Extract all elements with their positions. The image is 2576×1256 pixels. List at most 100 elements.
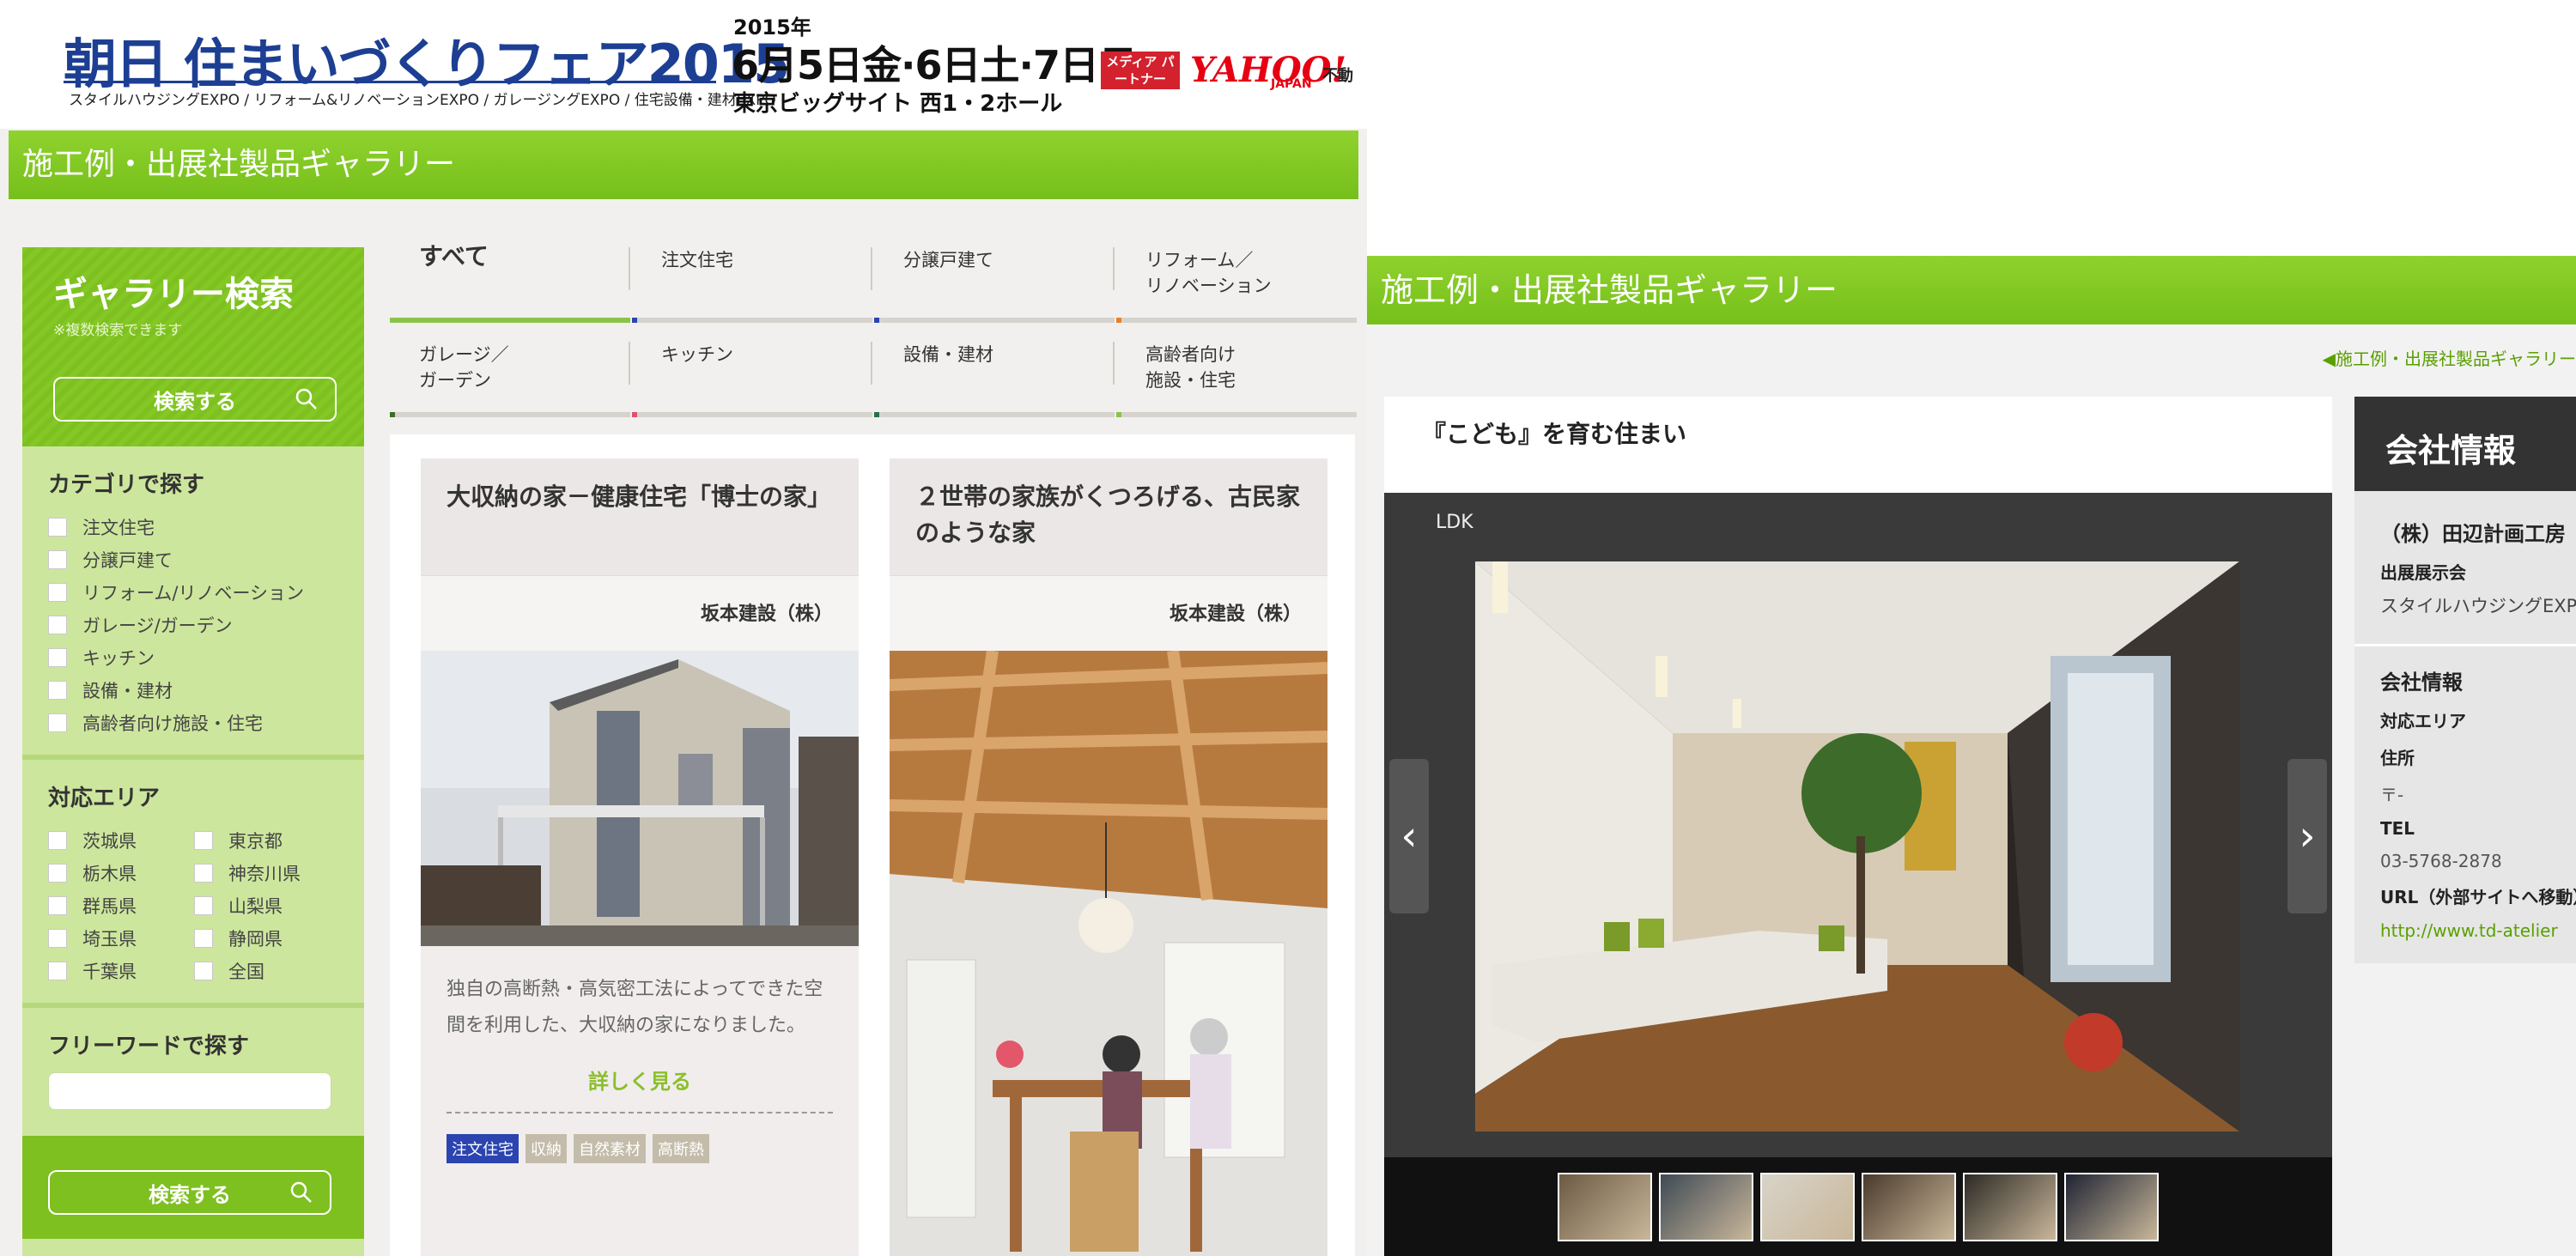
checkbox[interactable] xyxy=(48,962,67,980)
checkbox[interactable] xyxy=(194,896,213,915)
tab-separator xyxy=(871,247,872,290)
area-option[interactable]: 茨城県 xyxy=(48,824,194,857)
category-tab[interactable]: キッチン xyxy=(632,335,872,417)
photo-thumbnail[interactable] xyxy=(2064,1172,2159,1241)
area-option[interactable]: 山梨県 xyxy=(194,889,340,922)
card-house-photo[interactable] xyxy=(421,651,859,946)
area-option[interactable]: 全国 xyxy=(194,955,340,987)
photo-caption: LDK xyxy=(1436,512,1473,533)
checkbox[interactable] xyxy=(48,713,67,732)
photo-thumbnail[interactable] xyxy=(1760,1172,1855,1241)
address-label: 住所 xyxy=(2380,748,2415,768)
category-tab[interactable]: 注文住宅 xyxy=(632,240,872,323)
area-option-label: 東京都 xyxy=(228,831,283,852)
next-photo-button[interactable]: › xyxy=(2287,759,2327,913)
category-option[interactable]: リフォーム/リノベーション xyxy=(48,576,338,609)
checkbox[interactable] xyxy=(194,864,213,883)
chevron-right-icon: › xyxy=(2299,812,2316,860)
area-option[interactable]: 東京都 xyxy=(194,824,340,857)
tab-separator xyxy=(871,342,872,385)
checkbox[interactable] xyxy=(194,929,213,948)
checkbox[interactable] xyxy=(48,616,67,634)
checkbox[interactable] xyxy=(48,929,67,948)
checkbox[interactable] xyxy=(48,681,67,700)
category-filter: カテゴリで探す 注文住宅 分譲戸建て リフォーム/リノベーション ガレージ/ガーデンキ… xyxy=(22,446,364,760)
card-tag[interactable]: 自然素材 xyxy=(574,1134,646,1163)
tab-label: キッチン xyxy=(661,344,733,365)
category-list: 注文住宅分譲戸建てリフォーム/リノベーションガレージ/ガーデンキッチン設備・建材… xyxy=(48,511,338,739)
category-tab[interactable]: 設備・建材 xyxy=(874,335,1115,417)
category-option-label: キッチン xyxy=(82,648,155,669)
company-url-link[interactable]: http://www.td-atelier xyxy=(2380,920,2558,941)
category-option[interactable]: 設備・建材 xyxy=(48,674,338,707)
tab-label: すべて xyxy=(419,242,489,270)
tab-color-marker xyxy=(632,412,637,417)
left-screenshot: 朝日 住まいづくりフェア2015 スタイルハウジングEXPO / リフォーム&リ… xyxy=(0,0,1367,1256)
checkbox[interactable] xyxy=(48,550,67,569)
category-tab[interactable]: すべて xyxy=(390,240,630,323)
prev-photo-button[interactable]: ‹ xyxy=(1389,759,1429,913)
area-option-label: 栃木県 xyxy=(82,864,137,884)
checkbox[interactable] xyxy=(48,583,67,602)
card-interior-photo[interactable] xyxy=(890,651,1327,1256)
area-option-label: 埼玉県 xyxy=(82,929,137,950)
gallery-search-sidebar: ギャラリー検索 ※複数検索できます 検索する カテゴリで探す 注文住宅 分譲戸建て… xyxy=(22,247,364,1256)
gallery-card[interactable]: ２世帯の家族がくつろげる、古民家のような家 坂本建設（株） xyxy=(890,458,1327,1256)
tab-label: 注文住宅 xyxy=(661,250,733,270)
photo-thumbnail[interactable] xyxy=(1963,1172,2057,1241)
area-option[interactable]: 千葉県 xyxy=(48,955,194,987)
area-option[interactable]: 埼玉県 xyxy=(48,922,194,955)
gallery-card[interactable]: 大収納の家－健康住宅「博士の家」 坂本建設（株） 独自の高断熱・高気密工法によっ… xyxy=(421,458,859,1256)
area-filter: 対応エリア 茨城県 東京都 栃木県 神奈川県 群馬県 山梨県 埼玉県 静岡県 千葉県 全国 xyxy=(22,760,364,1008)
photo-thumbnail[interactable] xyxy=(1862,1172,1956,1241)
company-divider xyxy=(2354,644,2576,646)
checkbox[interactable] xyxy=(48,896,67,915)
card-tag[interactable]: 注文住宅 xyxy=(447,1134,519,1163)
freeword-heading: フリーワードで探す xyxy=(48,1034,250,1059)
checkbox[interactable] xyxy=(194,962,213,980)
card-title[interactable]: 大収納の家－健康住宅「博士の家」 xyxy=(421,458,859,575)
sidebar-header: ギャラリー検索 ※複数検索できます 検索する xyxy=(22,247,364,446)
sidebar-note: ※複数検索できます xyxy=(53,322,183,339)
photo-thumbnail[interactable] xyxy=(1659,1172,1753,1241)
search-button-top[interactable]: 検索する xyxy=(53,377,337,422)
card-title[interactable]: ２世帯の家族がくつろげる、古民家のような家 xyxy=(890,458,1327,575)
breadcrumb[interactable]: ◀施工例・出展社製品ギャラリー xyxy=(2323,345,2576,370)
freeword-input[interactable] xyxy=(48,1072,331,1110)
area-list: 茨城県 東京都栃木県 神奈川県群馬県 山梨県埼玉県 静岡県 千葉県 全国 xyxy=(48,824,338,987)
category-option[interactable]: キッチン xyxy=(48,641,338,674)
gallery-detail: 『こども』を育む住まい LDK ‹ › xyxy=(1384,397,2332,1256)
checkbox[interactable] xyxy=(48,518,67,537)
search-button-bottom[interactable]: 検索する xyxy=(48,1170,331,1215)
checkbox[interactable] xyxy=(48,831,67,850)
tab-underline xyxy=(390,412,630,417)
area-option-label: 群馬県 xyxy=(82,896,137,917)
photo-thumbnail[interactable] xyxy=(1558,1172,1652,1241)
checkbox[interactable] xyxy=(194,831,213,850)
checkbox[interactable] xyxy=(48,864,67,883)
area-option[interactable]: 神奈川県 xyxy=(194,857,340,889)
category-option[interactable]: 高齢者向け施設・住宅 xyxy=(48,707,338,739)
tab-underline xyxy=(874,412,1115,417)
card-tag[interactable]: 収納 xyxy=(526,1134,567,1163)
area-option[interactable]: 栃木県 xyxy=(48,857,194,889)
tab-color-marker xyxy=(390,412,395,417)
category-option-label: リフォーム/リノベーション xyxy=(82,583,305,604)
category-option-label: 分譲戸建て xyxy=(82,550,173,571)
tab-label: 分譲戸建て xyxy=(903,250,993,270)
url-label: URL（外部サイトへ移動） xyxy=(2380,887,2576,907)
area-option[interactable]: 静岡県 xyxy=(194,922,340,955)
category-tab[interactable]: ガレージ／ ガーデン xyxy=(390,335,630,417)
area-option[interactable]: 群馬県 xyxy=(48,889,194,922)
category-option-label: 注文住宅 xyxy=(82,518,155,538)
category-option[interactable]: 分譲戸建て xyxy=(48,543,338,576)
checkbox[interactable] xyxy=(48,648,67,667)
category-tab[interactable]: 分譲戸建て xyxy=(874,240,1115,323)
category-tab[interactable]: 高齢者向け 施設・住宅 xyxy=(1116,335,1357,417)
card-tag[interactable]: 高断熱 xyxy=(653,1134,709,1163)
category-tab[interactable]: リフォーム／ リノベーション xyxy=(1116,240,1357,323)
category-option[interactable]: ガレージ/ガーデン xyxy=(48,609,338,641)
category-option[interactable]: 注文住宅 xyxy=(48,511,338,543)
gallery-cards: 大収納の家－健康住宅「博士の家」 坂本建設（株） 独自の高断熱・高気密工法によっ… xyxy=(390,434,1355,1256)
card-more-link[interactable]: 詳しく見る xyxy=(421,1053,859,1112)
